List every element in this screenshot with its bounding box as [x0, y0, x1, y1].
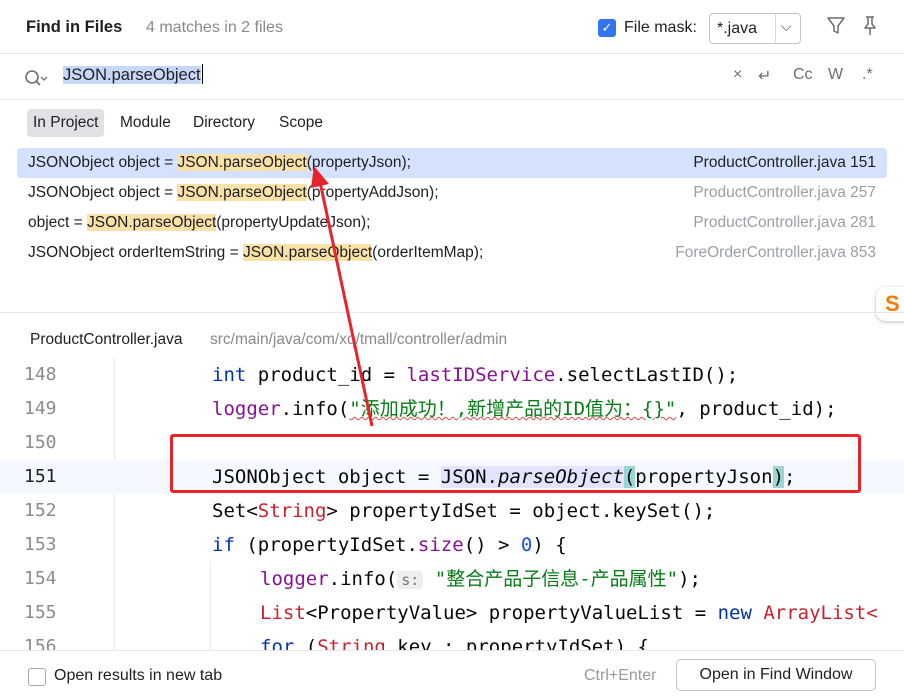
file-mask-checkbox[interactable]: ✓	[598, 19, 616, 37]
code-line: 149 logger.info("添加成功！,新增产品的ID值为：{}", pr…	[24, 398, 837, 420]
preview-header: ProductController.java src/main/java/com…	[0, 312, 904, 358]
file-mask-select[interactable]: *.java ⌵	[709, 13, 801, 44]
regex-toggle[interactable]: .*	[862, 66, 873, 84]
file-mask-value: *.java	[717, 20, 758, 37]
scope-tabs: In Project Module Directory Scope	[0, 100, 904, 144]
code-line: 154 logger.info(s: "整合产品子信息-产品属性");	[24, 568, 701, 590]
clear-icon[interactable]: ×	[733, 66, 742, 84]
code-line: 152 Set<String> propertyIdSet = object.k…	[24, 500, 716, 522]
result-file-location: ProductController.java 281	[693, 214, 876, 231]
new-line-icon[interactable]: ↵	[758, 66, 771, 86]
search-icon[interactable]	[24, 68, 48, 88]
result-file-location: ProductController.java 257	[693, 184, 876, 201]
shortcut-hint: Ctrl+Enter	[584, 667, 657, 684]
code-line: 153 if (propertyIdSet.size() > 0) {	[24, 534, 567, 556]
find-in-files-header: Find in Files 4 matches in 2 files ✓ Fil…	[0, 0, 904, 54]
filter-icon[interactable]	[826, 15, 846, 37]
chevron-down-icon: ⌵	[781, 18, 792, 34]
open-in-find-window-button[interactable]: Open in Find Window	[676, 659, 876, 691]
footer: Open results in new tab Ctrl+Enter Open …	[0, 650, 904, 700]
open-new-tab-label: Open results in new tab	[54, 667, 223, 684]
annotation-highlight-box	[170, 434, 861, 493]
result-row[interactable]: JSONObject object = JSON.parseObject(pro…	[17, 178, 887, 208]
result-row[interactable]: JSONObject orderItemString = JSON.parseO…	[17, 238, 887, 268]
search-row: JSON.parseObject × ↵ Cc W .*	[0, 54, 904, 100]
result-row[interactable]: object = JSON.parseObject(propertyUpdate…	[17, 208, 887, 238]
pin-icon[interactable]	[860, 15, 880, 37]
open-new-tab-checkbox[interactable]	[28, 668, 46, 686]
tab-directory[interactable]: Directory	[187, 109, 261, 137]
code-line: 148 int product_id = lastIDService.selec…	[24, 364, 739, 386]
code-preview[interactable]: 148 int product_id = lastIDService.selec…	[0, 358, 904, 650]
tab-in-project[interactable]: In Project	[27, 109, 105, 137]
whole-words-toggle[interactable]: W	[828, 66, 843, 84]
code-line: 156 for (String key : propertyIdSet) {	[24, 636, 649, 650]
tab-scope[interactable]: Scope	[273, 109, 329, 137]
result-file-location: ProductController.java 151	[693, 154, 876, 171]
match-case-toggle[interactable]: Cc	[793, 66, 813, 84]
file-mask-label: File mask:	[624, 19, 697, 36]
tab-module[interactable]: Module	[114, 109, 177, 137]
match-summary: 4 matches in 2 files	[146, 19, 283, 36]
parameter-hint: s:	[397, 571, 424, 589]
preview-file-name: ProductController.java	[30, 331, 183, 348]
result-row[interactable]: JSONObject object = JSON.parseObject(pro…	[17, 148, 887, 178]
dialog-title: Find in Files	[26, 18, 123, 36]
result-file-location: ForeOrderController.java 853	[675, 244, 876, 261]
search-input[interactable]: JSON.parseObject	[63, 64, 203, 88]
results-list: JSONObject object = JSON.parseObject(pro…	[0, 146, 904, 306]
code-line: 155 List<PropertyValue> propertyValueLis…	[24, 602, 878, 624]
preview-file-path: src/main/java/com/xq/tmall/controller/ad…	[210, 331, 508, 348]
